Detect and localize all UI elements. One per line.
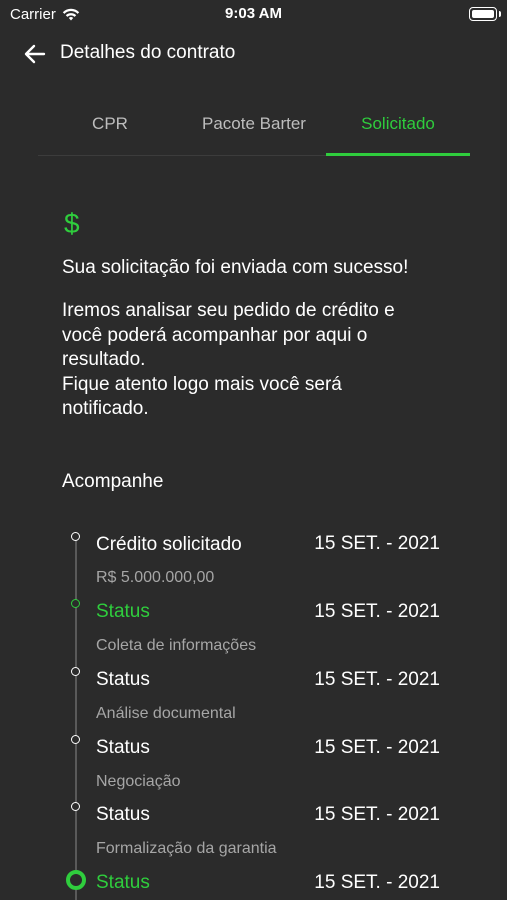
- tab-bar: CPR Pacote Barter Solicitado: [38, 100, 470, 156]
- event-description: Análise documental: [96, 705, 236, 722]
- timeline-dot: [71, 667, 80, 676]
- timeline-line: [75, 536, 77, 900]
- event-title: Status: [96, 669, 150, 690]
- timeline-dot: [71, 599, 80, 608]
- clock: 9:03 AM: [225, 5, 282, 22]
- event-date: 15 SET. - 2021: [314, 601, 440, 622]
- timeline-dot-current: [66, 870, 86, 890]
- event-date: 15 SET. - 2021: [314, 804, 440, 825]
- nav-bar: Detalhes do contrato: [0, 38, 507, 68]
- event-title: Crédito solicitado: [96, 534, 242, 555]
- timeline-dot: [71, 735, 80, 744]
- event-date: 15 SET. - 2021: [314, 737, 440, 758]
- event-title: Status: [96, 737, 150, 758]
- event-title: Status: [96, 872, 150, 893]
- timeline-dot: [71, 532, 80, 541]
- success-message: Sua solicitação foi enviada com sucesso!: [62, 257, 409, 278]
- event-description: Coleta de informações: [96, 637, 257, 654]
- timeline-dot: [71, 802, 80, 811]
- section-title: Acompanhe: [62, 471, 164, 492]
- dollar-icon: $: [64, 208, 80, 239]
- event-date: 15 SET. - 2021: [314, 872, 440, 893]
- info-text: Iremos analisar seu pedido de crédito e …: [62, 300, 395, 419]
- event-description: Formalização da garantia: [96, 840, 277, 857]
- tab-solicitado[interactable]: Solicitado: [326, 100, 470, 156]
- tab-pacote-barter[interactable]: Pacote Barter: [182, 100, 326, 155]
- event-title: Status: [96, 804, 150, 825]
- event-description: R$ 5.000.000,00: [96, 569, 215, 586]
- page-title: Detalhes do contrato: [60, 42, 236, 63]
- status-bar: Carrier 9:03 AM: [0, 0, 507, 30]
- event-date: 15 SET. - 2021: [314, 533, 440, 554]
- event-description: Negociação: [96, 773, 181, 790]
- tab-cpr[interactable]: CPR: [38, 100, 182, 155]
- event-date: 15 SET. - 2021: [314, 669, 440, 690]
- arrow-left-icon[interactable]: [22, 41, 48, 67]
- event-title: Status: [96, 601, 150, 622]
- battery-icon: [469, 7, 501, 21]
